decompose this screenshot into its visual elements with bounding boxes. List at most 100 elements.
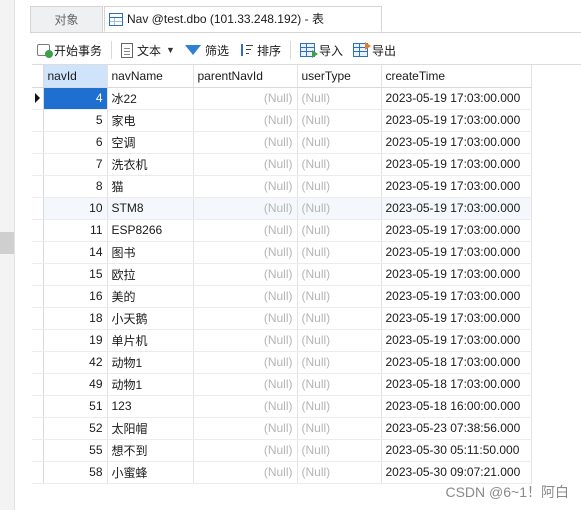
cell-userType[interactable]: (Null) — [297, 197, 382, 220]
cell-userType[interactable]: (Null) — [297, 175, 382, 198]
cell-navId[interactable]: 51 — [43, 395, 108, 418]
cell-navName[interactable]: 猫 — [107, 175, 194, 198]
cell-userType[interactable]: (Null) — [297, 109, 382, 132]
cell-userType[interactable]: (Null) — [297, 263, 382, 286]
row-selector[interactable] — [32, 395, 44, 418]
cell-navName[interactable]: STM8 — [107, 197, 194, 220]
table-row[interactable]: 16 美的 (Null) (Null) 2023-05-19 17:03:00.000 — [32, 285, 532, 308]
table-row[interactable]: 55 想不到 (Null) (Null) 2023-05-30 05:11:50.000 — [32, 439, 532, 462]
cell-parentNavId[interactable]: (Null) — [193, 351, 298, 374]
column-header-userType[interactable]: userType — [297, 65, 382, 88]
cell-parentNavId[interactable]: (Null) — [193, 131, 298, 154]
cell-navId[interactable]: 18 — [43, 307, 108, 330]
cell-navId[interactable]: 49 — [43, 373, 108, 396]
cell-userType[interactable]: (Null) — [297, 241, 382, 264]
cell-navId[interactable]: 5 — [43, 109, 108, 132]
cell-userType[interactable]: (Null) — [297, 87, 382, 110]
cell-navId[interactable]: 55 — [43, 439, 108, 462]
cell-navName[interactable]: 洗衣机 — [107, 153, 194, 176]
cell-createTime[interactable]: 2023-05-18 17:03:00.000 — [381, 351, 532, 374]
cell-parentNavId[interactable]: (Null) — [193, 197, 298, 220]
column-header-navId[interactable]: navId — [43, 65, 108, 88]
cell-createTime[interactable]: 2023-05-19 17:03:00.000 — [381, 307, 532, 330]
column-header-createTime[interactable]: createTime — [381, 65, 532, 88]
cell-navName[interactable]: 空调 — [107, 131, 194, 154]
row-selector[interactable] — [32, 285, 44, 308]
table-row[interactable]: 11 ESP8266 (Null) (Null) 2023-05-19 17:03:00… — [32, 219, 532, 242]
chevron-down-icon[interactable]: ▼ — [166, 45, 175, 55]
cell-createTime[interactable]: 2023-05-19 17:03:00.000 — [381, 153, 532, 176]
cell-createTime[interactable]: 2023-05-23 07:38:56.000 — [381, 417, 532, 440]
cell-createTime[interactable]: 2023-05-18 16:00:00.000 — [381, 395, 532, 418]
cell-createTime[interactable]: 2023-05-18 17:03:00.000 — [381, 373, 532, 396]
cell-createTime[interactable]: 2023-05-19 17:03:00.000 — [381, 219, 532, 242]
cell-navName[interactable]: 小蜜蜂 — [107, 461, 194, 484]
cell-navId[interactable]: 15 — [43, 263, 108, 286]
cell-userType[interactable]: (Null) — [297, 219, 382, 242]
cell-parentNavId[interactable]: (Null) — [193, 175, 298, 198]
cell-createTime[interactable]: 2023-05-19 17:03:00.000 — [381, 329, 532, 352]
cell-createTime[interactable]: 2023-05-19 17:03:00.000 — [381, 131, 532, 154]
table-row[interactable]: 52 太阳帽 (Null) (Null) 2023-05-23 07:38:56.000 — [32, 417, 532, 440]
sort-button[interactable]: 排序 — [234, 38, 286, 62]
cell-parentNavId[interactable]: (Null) — [193, 219, 298, 242]
cell-parentNavId[interactable]: (Null) — [193, 373, 298, 396]
cell-navName[interactable]: 欧拉 — [107, 263, 194, 286]
cell-userType[interactable]: (Null) — [297, 307, 382, 330]
cell-navId[interactable]: 6 — [43, 131, 108, 154]
cell-navName[interactable]: 123 — [107, 395, 194, 418]
cell-navId[interactable]: 4 — [43, 87, 108, 110]
table-row[interactable]: 51 123 (Null) (Null) 2023-05-18 16:00:00.000 — [32, 395, 532, 418]
cell-navId[interactable]: 52 — [43, 417, 108, 440]
cell-navId[interactable]: 16 — [43, 285, 108, 308]
cell-navId[interactable]: 10 — [43, 197, 108, 220]
cell-navName[interactable]: 图书 — [107, 241, 194, 264]
row-selector[interactable] — [32, 153, 44, 176]
cell-userType[interactable]: (Null) — [297, 461, 382, 484]
cell-navId[interactable]: 11 — [43, 219, 108, 242]
cell-navName[interactable]: ESP8266 — [107, 219, 194, 242]
cell-createTime[interactable]: 2023-05-19 17:03:00.000 — [381, 109, 532, 132]
export-button[interactable]: 导出 — [348, 38, 401, 62]
cell-parentNavId[interactable]: (Null) — [193, 109, 298, 132]
cell-parentNavId[interactable]: (Null) — [193, 307, 298, 330]
row-selector[interactable] — [32, 241, 44, 264]
cell-userType[interactable]: (Null) — [297, 373, 382, 396]
row-selector[interactable] — [32, 175, 44, 198]
cell-parentNavId[interactable]: (Null) — [193, 329, 298, 352]
cell-userType[interactable]: (Null) — [297, 351, 382, 374]
cell-navName[interactable]: 美的 — [107, 285, 194, 308]
row-selector[interactable] — [32, 461, 44, 484]
cell-navName[interactable]: 单片机 — [107, 329, 194, 352]
cell-navName[interactable]: 动物1 — [107, 373, 194, 396]
table-row[interactable]: 15 欧拉 (Null) (Null) 2023-05-19 17:03:00.000 — [32, 263, 532, 286]
table-row[interactable]: 42 动物1 (Null) (Null) 2023-05-18 17:03:00.000 — [32, 351, 532, 374]
cell-userType[interactable]: (Null) — [297, 417, 382, 440]
cell-parentNavId[interactable]: (Null) — [193, 417, 298, 440]
begin-transaction-button[interactable]: 开始事务 — [32, 38, 107, 62]
cell-userType[interactable]: (Null) — [297, 153, 382, 176]
cell-parentNavId[interactable]: (Null) — [193, 439, 298, 462]
table-row[interactable]: 19 单片机 (Null) (Null) 2023-05-19 17:03:00.000 — [32, 329, 532, 352]
cell-navId[interactable]: 7 — [43, 153, 108, 176]
cell-parentNavId[interactable]: (Null) — [193, 153, 298, 176]
cell-userType[interactable]: (Null) — [297, 329, 382, 352]
table-row[interactable]: 14 图书 (Null) (Null) 2023-05-19 17:03:00.000 — [32, 241, 532, 264]
cell-parentNavId[interactable]: (Null) — [193, 461, 298, 484]
cell-userType[interactable]: (Null) — [297, 131, 382, 154]
cell-navId[interactable]: 8 — [43, 175, 108, 198]
cell-navName[interactable]: 想不到 — [107, 439, 194, 462]
row-selector[interactable] — [32, 109, 44, 132]
cell-navId[interactable]: 58 — [43, 461, 108, 484]
cell-createTime[interactable]: 2023-05-19 17:03:00.000 — [381, 175, 532, 198]
row-selector[interactable] — [32, 197, 44, 220]
cell-navName[interactable]: 冰22 — [107, 87, 194, 110]
row-selector[interactable] — [32, 307, 44, 330]
table-row[interactable]: 58 小蜜蜂 (Null) (Null) 2023-05-30 09:07:21.000 — [32, 461, 532, 484]
row-selector[interactable] — [32, 439, 44, 462]
cell-createTime[interactable]: 2023-05-19 17:03:00.000 — [381, 285, 532, 308]
column-header-parentNavId[interactable]: parentNavId — [193, 65, 298, 88]
row-selector[interactable] — [32, 417, 44, 440]
cell-navName[interactable]: 动物1 — [107, 351, 194, 374]
table-row[interactable]: 8 猫 (Null) (Null) 2023-05-19 17:03:00.000 — [32, 175, 532, 198]
